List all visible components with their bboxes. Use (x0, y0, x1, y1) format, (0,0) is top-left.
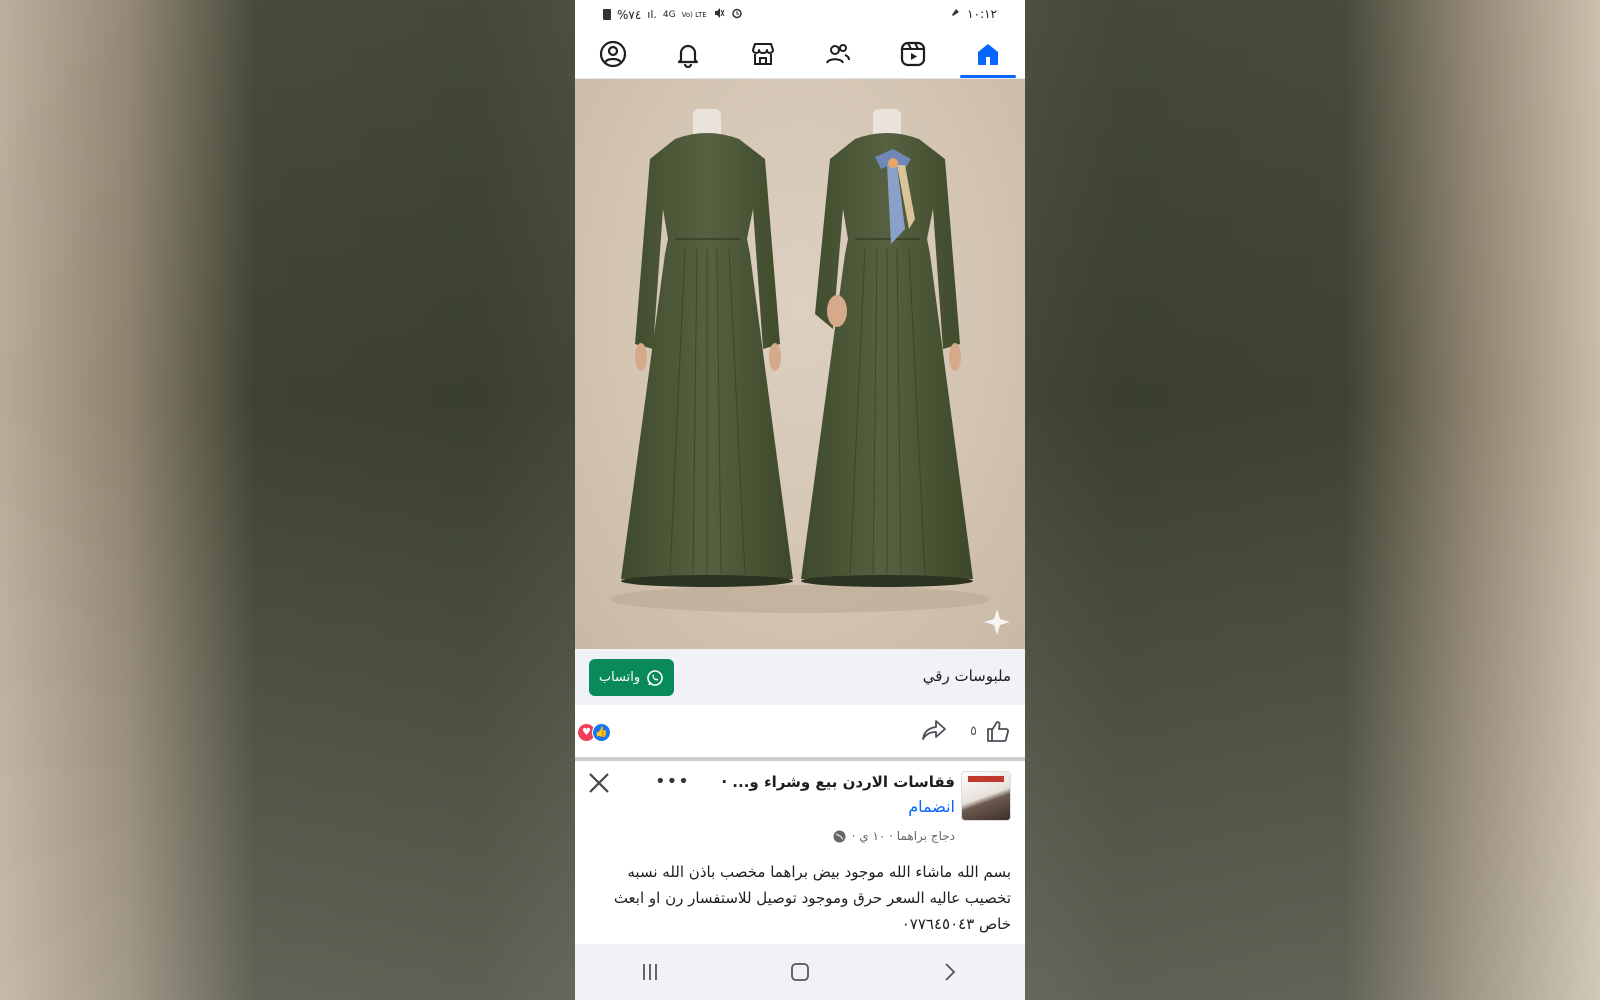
post-meta: دجاج براهما · ١٠ ي · (833, 829, 955, 843)
more-options-button[interactable]: ••• (655, 771, 690, 792)
reactions-bar: ♥ 👍 ٥ (575, 705, 1025, 757)
alarm-icon (731, 7, 743, 22)
whatsapp-label: واتساب (598, 670, 641, 685)
group-name[interactable]: فقاسات الاردن بيع وشراء و... · (721, 773, 955, 791)
home-icon (977, 44, 998, 65)
home-square-icon (791, 963, 809, 981)
back-chevron-icon (945, 963, 956, 981)
post-body: بسم الله ماشاء الله موجود بيض براهما مخص… (613, 863, 1011, 933)
close-post-button[interactable] (587, 771, 611, 800)
nav-profile[interactable] (583, 30, 643, 78)
system-nav-bar (575, 944, 1025, 1000)
top-nav-bar (575, 30, 1025, 79)
post-meta-text: دجاج براهما · ١٠ ي · (851, 829, 955, 843)
volte-label: Vo) LTE (681, 10, 707, 19)
like-button[interactable]: ٥ (970, 718, 1011, 744)
status-right: ١٠:١٢ (950, 7, 997, 21)
battery-icon (603, 9, 611, 20)
reaction-summary[interactable]: ♥ 👍 (577, 723, 611, 742)
share-icon (922, 720, 946, 740)
whatsapp-icon (647, 669, 663, 686)
share-button[interactable] (921, 718, 947, 746)
notification-icon (950, 7, 961, 21)
like-count: ٥ (970, 723, 977, 739)
nav-friends[interactable] (808, 30, 868, 78)
recent-apps-icon (643, 964, 657, 980)
friends-icon (825, 44, 850, 64)
status-bar: %٧٤ ıl. 4G Vo) LTE ١٠:١٢ (575, 0, 1025, 30)
battery-level: %٧٤ (617, 7, 642, 22)
close-icon (589, 773, 609, 793)
advertiser-name[interactable]: ملبوسات رقي (923, 667, 1011, 685)
whatsapp-button[interactable]: واتساب (589, 659, 674, 696)
phone-screen: %٧٤ ıl. 4G Vo) LTE ١٠:١٢ ملبوسات رقي وات… (575, 0, 1025, 1000)
recent-apps-button[interactable] (630, 952, 670, 992)
nav-marketplace[interactable] (733, 30, 793, 78)
back-button[interactable] (930, 952, 970, 992)
nav-notifications[interactable] (658, 30, 718, 78)
nav-video[interactable] (883, 30, 943, 78)
ad-cta-bar: ملبوسات رقي واتساب (575, 649, 1025, 705)
group-avatar[interactable] (961, 771, 1011, 821)
nav-home[interactable] (958, 30, 1018, 78)
group-post: فقاسات الاردن بيع وشراء و... · انضمام دج… (575, 761, 1025, 944)
globe-icon (833, 830, 846, 842)
home-nav-button[interactable] (780, 952, 820, 992)
bell-icon (677, 44, 698, 68)
mute-icon (713, 7, 725, 22)
dresses-illustration (610, 109, 1010, 635)
thumbs-up-icon (987, 721, 1009, 742)
signal-icon: ıl. (647, 8, 657, 21)
like-reaction-icon: 👍 (592, 723, 611, 742)
status-left: %٧٤ ıl. 4G Vo) LTE (603, 7, 743, 22)
video-icon (900, 41, 925, 67)
join-button[interactable]: انضمام (908, 797, 955, 816)
product-image[interactable] (575, 79, 1025, 649)
profile-icon (599, 40, 626, 68)
network-type: 4G (662, 9, 676, 20)
clock: ١٠:١٢ (967, 7, 997, 21)
store-icon (751, 43, 774, 65)
